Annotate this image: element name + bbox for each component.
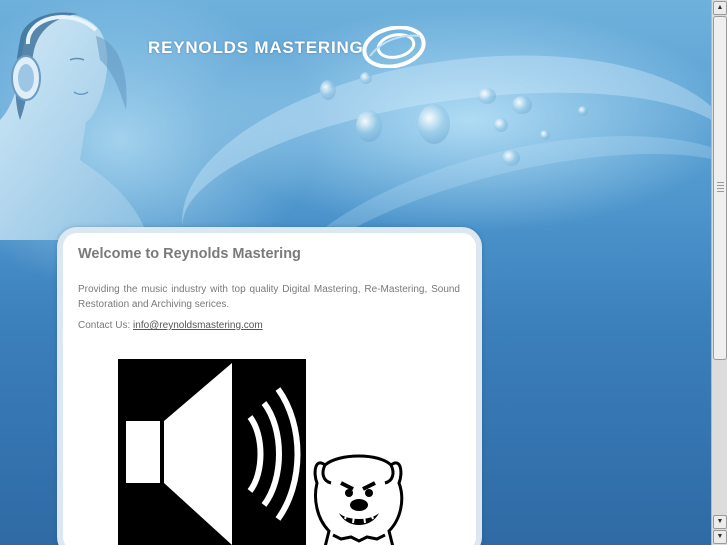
site-logo-text[interactable]: REYNOLDS MASTERING bbox=[148, 38, 364, 58]
contact-label: Contact Us: bbox=[78, 320, 131, 331]
page-title: Welcome to Reynolds Mastering bbox=[78, 246, 301, 262]
bulldog-icon bbox=[313, 454, 404, 545]
woman-with-headphones bbox=[0, 12, 150, 240]
intro-text: Providing the music industry with top qu… bbox=[78, 284, 460, 310]
scrollbar-thumb[interactable] bbox=[713, 16, 727, 360]
water-drop bbox=[320, 80, 336, 100]
vertical-scrollbar[interactable]: ▲ ▼ ▼ bbox=[711, 0, 727, 545]
water-drop bbox=[478, 88, 496, 104]
water-drop bbox=[494, 118, 508, 132]
water-drop bbox=[356, 110, 382, 142]
welcome-panel: Welcome to Reynolds Mastering Providing … bbox=[57, 227, 482, 545]
contact-email-link[interactable]: info@reynoldsmastering.com bbox=[133, 320, 263, 331]
water-drop bbox=[540, 130, 550, 140]
water-drop bbox=[502, 150, 520, 166]
water-drop bbox=[512, 96, 532, 114]
disc-logo-icon[interactable] bbox=[362, 26, 426, 68]
water-drop bbox=[578, 106, 588, 116]
contact-line: Contact Us: info@reynoldsmastering.com bbox=[78, 320, 263, 331]
scrollbar-grip-icon bbox=[717, 182, 724, 194]
scroll-up-button[interactable]: ▲ bbox=[713, 1, 727, 15]
water-drop bbox=[418, 104, 450, 144]
water-drop bbox=[360, 72, 372, 84]
scroll-down-button-secondary[interactable]: ▼ bbox=[713, 530, 727, 544]
speaker-icon bbox=[118, 359, 306, 545]
scroll-down-button[interactable]: ▼ bbox=[713, 515, 727, 529]
